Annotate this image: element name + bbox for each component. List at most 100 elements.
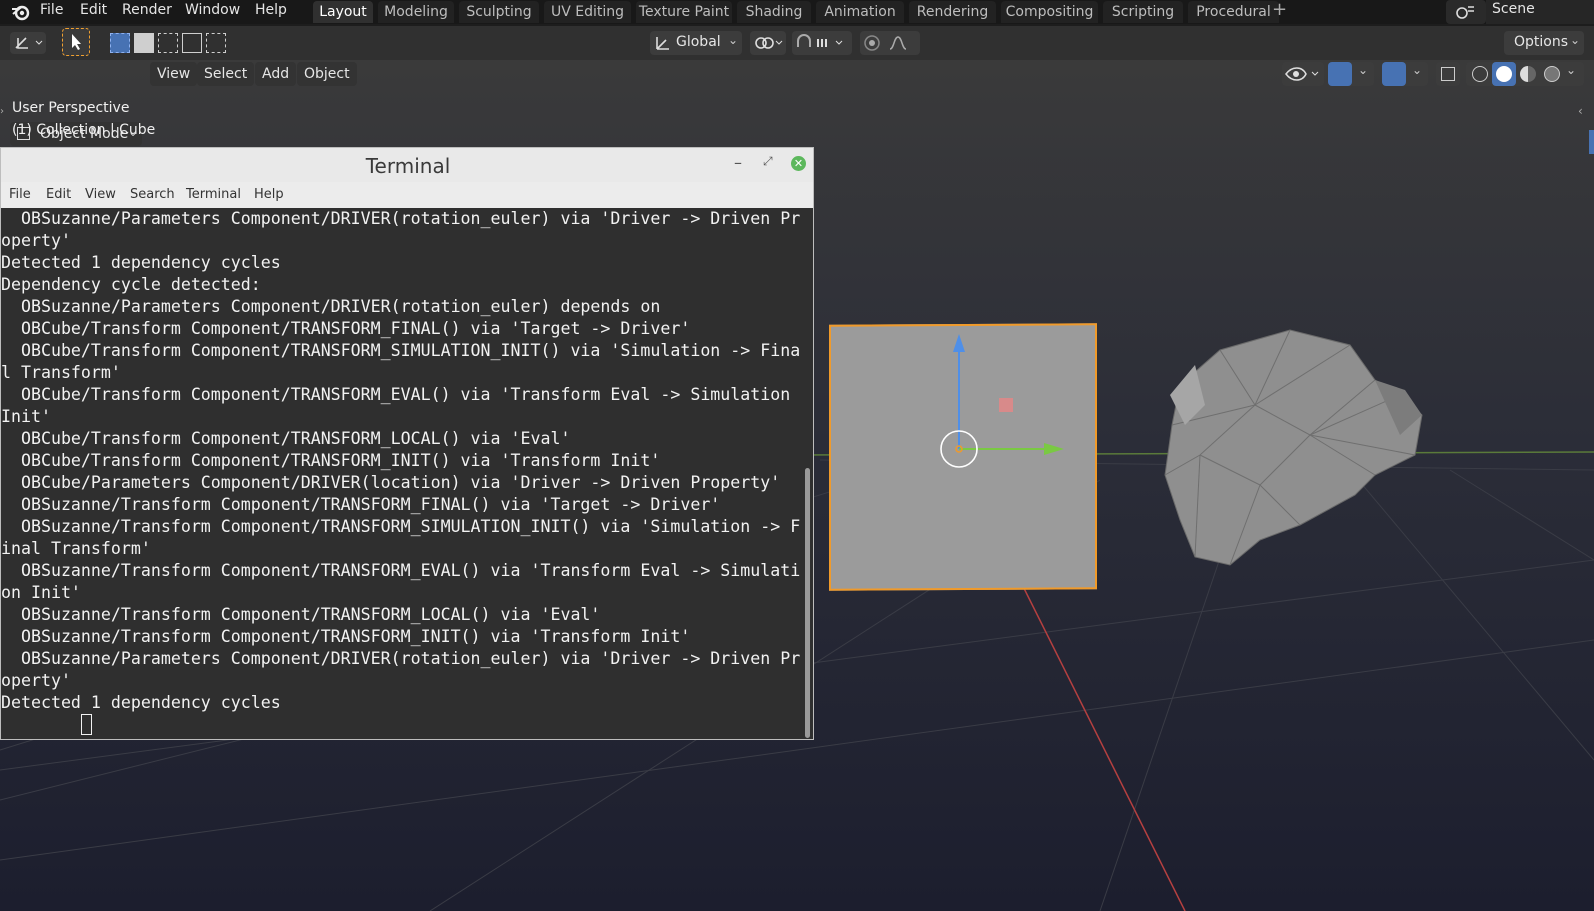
menu-file[interactable]: File (40, 0, 63, 22)
chevron-down-icon: ⌄ (1566, 63, 1577, 77)
object-menu-button[interactable]: Object (297, 62, 357, 86)
terminal-menu-edit[interactable]: Edit (46, 187, 71, 202)
terminal-line: Init' (1, 407, 51, 426)
select-tool-button[interactable] (62, 28, 90, 56)
add-menu-button[interactable]: Add (255, 62, 297, 86)
tab-texture-paint[interactable]: Texture Paint (636, 1, 732, 23)
terminal-line: OBSuzanne/Transform Component/TRANSFORM_… (1, 605, 601, 624)
cursor-icon (72, 34, 81, 50)
terminal-menu-help[interactable]: Help (254, 187, 284, 202)
terminal-line: OBCube/Parameters Component/DRIVER(locat… (1, 473, 781, 492)
rendered-shading-icon[interactable] (1544, 66, 1560, 82)
link-icon (755, 37, 783, 49)
terminal-line: operty' (1, 231, 71, 250)
sidebar-toggle-icon[interactable]: ‹ (1578, 104, 1583, 118)
minimize-icon[interactable]: – (734, 153, 742, 172)
tab-sculpting[interactable]: Sculpting (459, 1, 539, 23)
orientation-value: Global (676, 34, 721, 50)
terminal-menu-view[interactable]: View (85, 187, 116, 202)
plane-handle-icon[interactable] (999, 398, 1013, 412)
transform-pivot-button[interactable] (10, 32, 46, 54)
terminal-line: OBSuzanne/Transform Component/TRANSFORM_… (1, 627, 691, 646)
tab-shading[interactable]: Shading (737, 1, 811, 23)
solid-shading-icon (1496, 66, 1512, 82)
pivot-point-dropdown[interactable] (750, 31, 786, 55)
terminal-line: OBSuzanne/Transform Component/TRANSFORM_… (1, 495, 721, 514)
menu-help[interactable]: Help (255, 0, 287, 22)
cursor-block-icon (81, 714, 92, 735)
tab-procedural[interactable]: Procedural (1188, 1, 1279, 23)
terminal-menu-file[interactable]: File (9, 187, 31, 202)
blender-logo-icon[interactable] (10, 3, 32, 21)
tab-modeling[interactable]: Modeling (378, 1, 454, 23)
terminal-line: OBCube/Transform Component/TRANSFORM_EVA… (1, 385, 801, 404)
menu-edit[interactable]: Edit (80, 0, 107, 22)
suzanne-object[interactable] (1160, 325, 1430, 575)
terminal-menu-search[interactable]: Search (130, 187, 175, 202)
maximize-icon[interactable]: ⤢ (763, 154, 773, 169)
snapping-group[interactable] (792, 31, 852, 55)
terminal-menubar: File Edit View Search Terminal Help (1, 182, 813, 208)
wireframe-shading-icon[interactable] (1472, 66, 1488, 82)
pivot-icon (15, 37, 43, 49)
tab-uv-editing[interactable]: UV Editing (544, 1, 631, 23)
x-arrow-icon[interactable] (1044, 443, 1064, 455)
visibility-dropdown[interactable] (1282, 62, 1324, 86)
xray-toggle[interactable] (1436, 62, 1460, 86)
terminal-line: OBSuzanne/Parameters Component/DRIVER(ro… (1, 649, 801, 668)
plus-icon[interactable]: + (1272, 0, 1287, 22)
menu-window[interactable]: Window (185, 0, 240, 22)
tab-compositing[interactable]: Compositing (1001, 1, 1098, 23)
terminal-line: OBCube/Transform Component/TRANSFORM_LOC… (1, 429, 571, 448)
tab-layout[interactable]: Layout (313, 1, 373, 23)
terminal-line: OBCube/Transform Component/TRANSFORM_SIM… (1, 341, 801, 360)
tab-scripting[interactable]: Scripting (1103, 1, 1183, 23)
shading-mode-group: ⌄ (1466, 62, 1584, 86)
scene-name-label: Scene (1492, 1, 1535, 17)
view-menu-button[interactable]: View (150, 62, 198, 86)
view-perspective-label: User Perspective (12, 100, 130, 116)
tool-header: Global ⌄ Options ⌄ (0, 26, 1594, 60)
scene-selector-button[interactable] (1446, 0, 1486, 24)
terminal-window: Terminal – ⤢ ✕ File Edit View Search Ter… (0, 147, 814, 740)
eye-icon (1285, 67, 1319, 81)
material-shading-icon[interactable] (1520, 66, 1536, 82)
terminal-input-text: n (61, 737, 71, 738)
xray-icon (1441, 67, 1455, 81)
gizmo-icon (1328, 62, 1352, 86)
tab-animation[interactable]: Animation (816, 1, 904, 23)
terminal-titlebar[interactable]: Terminal – ⤢ ✕ (1, 148, 813, 182)
select-new-icon[interactable] (110, 33, 130, 53)
terminal-line: OBCube/Transform Component/TRANSFORM_FIN… (1, 319, 691, 338)
terminal-prompt-line[interactable]: n (1, 714, 807, 738)
scene-name-field[interactable]: Scene (1486, 0, 1594, 24)
scene-icon (1456, 6, 1474, 19)
transform-orientation-dropdown[interactable]: Global ⌄ (650, 31, 742, 55)
terminal-line: Detected 1 dependency cycles (1, 253, 281, 272)
terminal-scrollbar[interactable] (805, 468, 810, 738)
tab-rendering[interactable]: Rendering (909, 1, 996, 23)
proportional-editing-group[interactable] (860, 31, 920, 55)
select-extend-icon[interactable] (134, 33, 154, 53)
proportional-edit-icon (864, 35, 907, 51)
terminal-menu-terminal[interactable]: Terminal (186, 187, 241, 202)
gizmo-dropdown[interactable]: ⌄ (1328, 62, 1374, 86)
chevron-down-icon: ⌄ (1412, 63, 1423, 77)
toolbar-toggle-icon[interactable]: › (0, 106, 4, 117)
options-dropdown[interactable]: Options ⌄ (1504, 31, 1584, 55)
terminal-title: Terminal (365, 154, 451, 178)
select-menu-button[interactable]: Select (197, 62, 255, 86)
select-subtract-icon[interactable] (158, 33, 178, 53)
select-intersect-icon[interactable] (206, 33, 226, 53)
selection-mode-group (110, 32, 226, 54)
overlays-dropdown[interactable]: ⌄ (1382, 62, 1428, 86)
terminal-line: Detected 1 dependency cycles (1, 693, 281, 712)
terminal-line: OBSuzanne/Transform Component/TRANSFORM_… (1, 561, 801, 580)
terminal-output[interactable]: OBSuzanne/Parameters Component/DRIVER(ro… (1, 208, 807, 738)
menu-render[interactable]: Render (122, 0, 172, 22)
z-arrow-icon[interactable] (953, 334, 965, 352)
close-icon[interactable]: ✕ (791, 156, 806, 171)
select-invert-icon[interactable] (182, 33, 202, 53)
terminal-line: OBSuzanne/Parameters Component/DRIVER(ro… (1, 297, 661, 316)
transform-gizmo[interactable] (920, 330, 1080, 480)
